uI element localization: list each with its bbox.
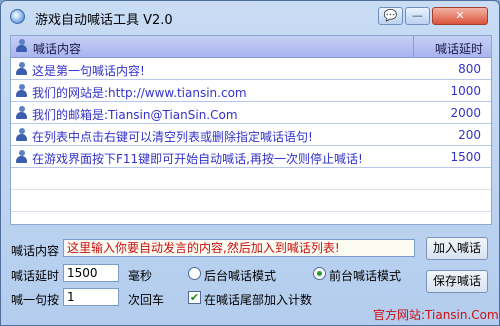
content-label: 喊话内容 [11,244,60,258]
column-divider[interactable] [413,36,414,57]
row-delay: 2000 [450,106,481,120]
count-unit: 次回车 [128,293,165,307]
window-title: 游戏自动喊话工具 V2.0 [35,13,173,28]
append-count-label[interactable]: 在喊话尾部加入计数 [204,291,312,308]
add-shout-button[interactable]: 加入喊话 [426,237,488,260]
minimize-button[interactable]: — [405,7,430,25]
list-row[interactable]: 这是第一句喊话内容! 800 [11,58,491,80]
user-icon [15,106,28,119]
row-delay: 1500 [450,150,481,164]
row-content: 这是第一句喊话内容! [32,64,145,78]
append-count-checkbox[interactable]: ✔ [188,291,201,304]
website-link[interactable]: 官方网站:Tiansin.Com [373,306,499,323]
list-row[interactable]: 在列表中点击右键可以清空列表或删除指定喊话语句! 200 [11,124,491,146]
list-row[interactable]: 我们的邮箱是:Tiansin@TianSin.Com 2000 [11,102,491,124]
user-icon [15,62,28,75]
user-icon [15,128,28,141]
foreground-mode-label[interactable]: 前台喊话模式 [329,267,401,284]
list-row[interactable]: 我们的网站是:http://www.tiansin.com 1000 [11,80,491,102]
row-delay: 200 [458,128,481,142]
background-mode-label[interactable]: 后台喊话模式 [204,267,276,284]
row-delay: 800 [458,62,481,76]
user-icon [15,84,28,97]
list-header: 喊话内容 喊话延时 [11,36,491,58]
save-shout-button[interactable]: 保存喊话 [426,270,488,293]
column-header-content[interactable]: 喊话内容 [33,40,81,57]
count-input[interactable]: 1 [63,288,119,306]
delay-label: 喊话延时 [11,269,60,283]
app-icon [10,9,25,24]
row-content: 我们的邮箱是:Tiansin@TianSin.Com [32,108,238,122]
user-icon [15,150,28,163]
chat-icon[interactable]: 💬 [378,7,403,25]
title-bar[interactable]: 游戏自动喊话工具 V2.0 💬 — ✕ [1,1,499,32]
row-content: 我们的网站是:http://www.tiansin.com [32,86,247,100]
user-icon [15,39,28,52]
empty-row [11,168,491,190]
row-content: 在列表中点击右键可以清空列表或删除指定喊话语句! [32,130,313,144]
row-content: 在游戏界面按下F11键即可开始自动喊话,再按一次则停止喊话! [32,152,363,166]
row-delay: 1000 [450,84,481,98]
content-input[interactable]: 这里输入你要自动发言的内容,然后加入到喊话列表! [63,239,415,257]
main-window: 游戏自动喊话工具 V2.0 💬 — ✕ 喊话内容 喊话延时 这是第一句喊话内容!… [0,0,500,326]
list-row[interactable]: 在游戏界面按下F11键即可开始自动喊话,再按一次则停止喊话! 1500 [11,146,491,168]
delay-input[interactable]: 1500 [63,264,119,282]
column-header-delay[interactable]: 喊话延时 [435,40,483,57]
shout-list[interactable]: 喊话内容 喊话延时 这是第一句喊话内容! 800 我们的网站是:http://w… [10,35,492,225]
close-button[interactable]: ✕ [432,7,488,25]
empty-row [11,190,491,212]
background-mode-radio[interactable] [188,267,201,280]
count-label: 喊一句按 [11,293,60,307]
foreground-mode-radio[interactable] [313,267,326,280]
delay-unit: 毫秒 [128,269,153,283]
